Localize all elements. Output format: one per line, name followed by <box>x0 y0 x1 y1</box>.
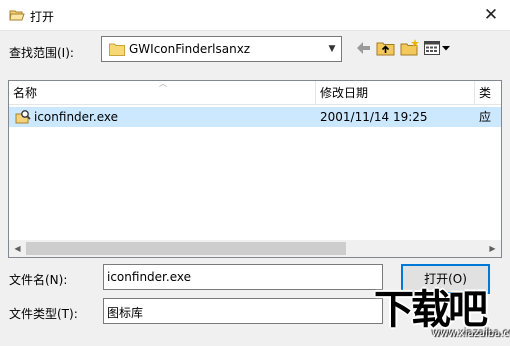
up-folder-icon[interactable] <box>375 38 397 58</box>
file-date: 2001/11/14 19:25 <box>320 110 428 124</box>
watermark-url: www.xiazaiba.com <box>432 328 510 339</box>
view-menu-icon[interactable] <box>423 38 451 58</box>
file-type: 应 <box>479 110 492 124</box>
filename-input[interactable]: iconfinder.exe <box>103 264 383 290</box>
file-row[interactable]: iconfinder.exe 2001/11/14 19:25 应 <box>9 107 501 127</box>
file-list[interactable]: ︿ 名称 修改日期 类 iconfinder.exe 2001/11/14 19… <box>8 80 502 258</box>
scrollbar-thumb[interactable] <box>26 242 346 255</box>
column-header: ︿ 名称 修改日期 类 <box>9 81 501 105</box>
filename-label: 文件名(N): <box>9 273 68 287</box>
filetype-combo[interactable]: 图标库 <box>103 298 383 324</box>
open-folder-icon <box>9 10 25 21</box>
exe-file-icon <box>15 110 31 124</box>
file-name: iconfinder.exe <box>34 110 118 124</box>
scroll-left-icon[interactable]: ◀ <box>9 240 26 257</box>
window-title: 打开 <box>30 10 55 24</box>
filetype-label: 文件类型(T): <box>9 307 78 321</box>
look-in-label: 查找范围(I): <box>9 46 74 60</box>
look-in-value: GWIconFinderlsanxz <box>129 42 251 56</box>
chevron-down-icon[interactable]: ▼ <box>323 37 341 61</box>
folder-icon <box>109 43 125 56</box>
filetype-value: 图标库 <box>107 306 144 320</box>
title-bar: 打开 ✕ <box>0 0 510 31</box>
column-date[interactable]: 修改日期 <box>316 81 474 105</box>
horizontal-scrollbar[interactable]: ◀ ▶ <box>9 240 501 257</box>
new-folder-icon[interactable] <box>399 38 421 58</box>
back-icon[interactable] <box>352 38 374 58</box>
look-in-combo[interactable]: GWIconFinderlsanxz ▼ <box>101 36 342 62</box>
column-name[interactable]: 名称 <box>9 81 315 105</box>
watermark: 下载吧 www.xiazaiba.com <box>368 287 510 346</box>
column-type[interactable]: 类 <box>475 81 501 105</box>
watermark-logo: 下载吧 <box>374 287 488 333</box>
scroll-right-icon[interactable]: ▶ <box>484 240 501 257</box>
close-button[interactable]: ✕ <box>480 4 502 26</box>
